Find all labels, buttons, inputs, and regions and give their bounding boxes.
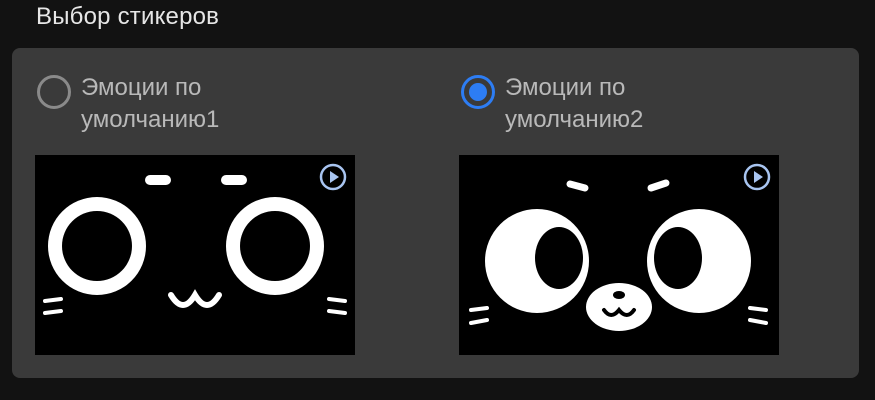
sticker-preview-1[interactable] xyxy=(35,155,355,355)
radio-button-option-2[interactable] xyxy=(461,75,495,109)
play-icon[interactable] xyxy=(743,163,771,191)
section-title: Выбор стикеров xyxy=(36,3,220,30)
radio-row-2[interactable]: Эмоции по умолчанию2 xyxy=(459,72,799,142)
sticker-preview-2[interactable] xyxy=(459,155,779,355)
sticker-settings-screen: Выбор стикеров Эмоции по умолчанию1 Эмоц… xyxy=(0,0,875,400)
sticker-option-1[interactable]: Эмоции по умолчанию1 xyxy=(35,72,375,355)
sticker-option-2[interactable]: Эмоции по умолчанию2 xyxy=(459,72,799,355)
option-1-label[interactable]: Эмоции по умолчанию1 xyxy=(81,72,341,136)
cat-face-2-image xyxy=(469,179,768,331)
play-icon[interactable] xyxy=(319,163,347,191)
radio-button-option-1[interactable] xyxy=(37,75,71,109)
cat-face-1-image xyxy=(43,175,347,315)
radio-row-1[interactable]: Эмоции по умолчанию1 xyxy=(35,72,375,142)
option-2-label[interactable]: Эмоции по умолчанию2 xyxy=(505,72,765,136)
